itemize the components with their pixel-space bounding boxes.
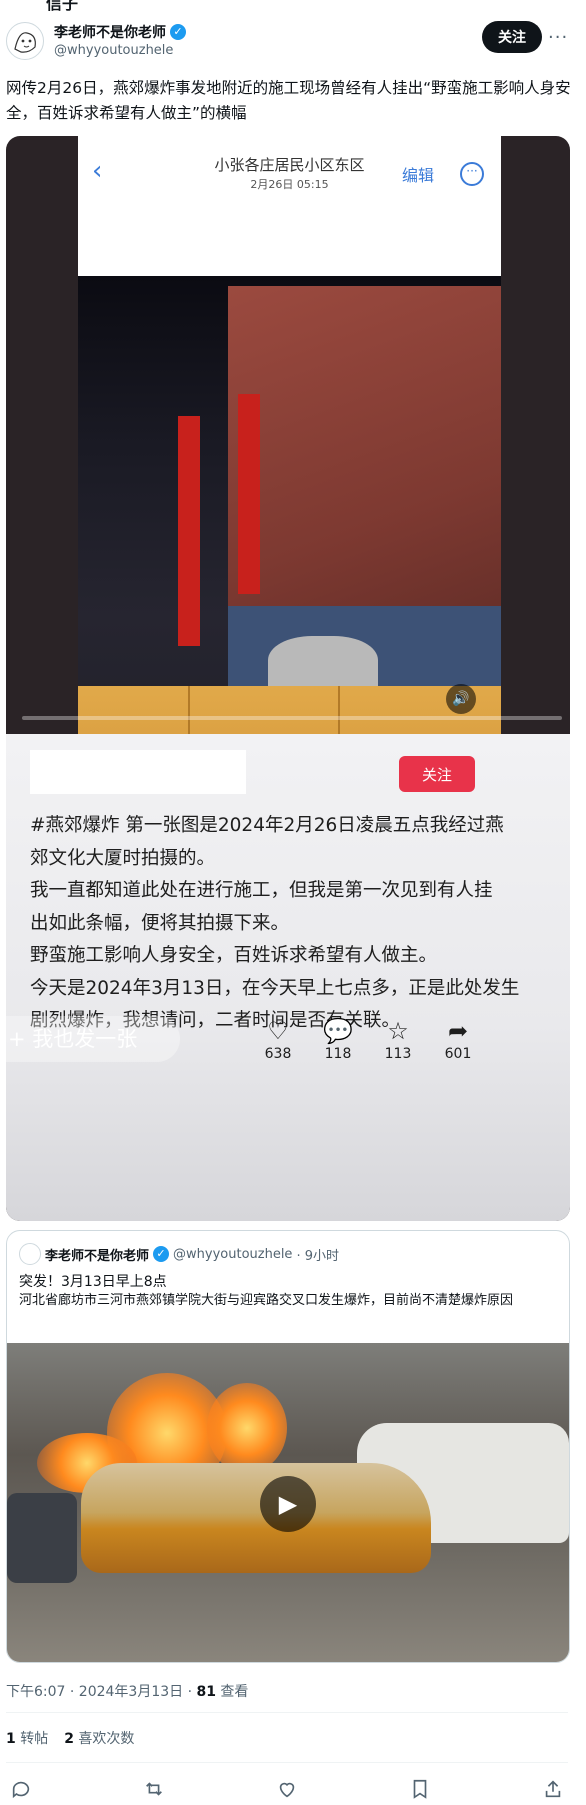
caption-line: 我一直都知道此处在进行施工，但我是第一次见到有人挂 — [30, 880, 493, 901]
phone-edit-label: 编辑 — [402, 166, 435, 185]
retweets-label: 转帖 — [15, 1731, 49, 1747]
author-avatar[interactable] — [6, 22, 44, 60]
fire-flame — [207, 1383, 287, 1473]
video-follow-button: 关注 — [399, 756, 475, 792]
likes-stat[interactable]: 2 喜欢次数 — [64, 1728, 134, 1748]
caption-line: 今天是2024年3月13日，在今天早上七点多，正是此处发生 — [30, 977, 520, 999]
author-handle[interactable]: @whyyoutouzhele — [54, 43, 173, 58]
caption-line: 野蛮施工影响人身安全，百姓诉求希望有人做主。 — [30, 945, 438, 966]
favorite-count: 113 — [384, 1046, 412, 1062]
video-caption-panel: 关注 #燕郊爆炸 第一张图是2024年2月26日凌晨五点我经过燕 郊文化大厦时拍… — [6, 734, 570, 1221]
video-caption: #燕郊爆炸 第一张图是2024年2月26日凌晨五点我经过燕 郊文化大厦时拍摄的。… — [30, 810, 550, 1038]
timestamp-text: 下午6:07 · 2024年3月13日 · — [6, 1684, 197, 1700]
phone-header: ‹ 小张各庄居民小区东区 2月26日 05:15 编辑 ··· — [78, 136, 501, 240]
verified-badge-icon: ✓ — [170, 24, 186, 40]
phone-subtitle: 2月26日 05:15 — [250, 178, 329, 191]
phone-more-icon: ··· — [460, 162, 484, 186]
star-icon: ☆ — [387, 1017, 409, 1045]
volume-icon[interactable]: 🔊 — [446, 684, 476, 714]
share-count: 601 — [444, 1046, 472, 1062]
likes-label: 喜欢次数 — [73, 1731, 135, 1747]
heart-icon: ♡ — [267, 1017, 289, 1045]
quoted-tweet[interactable]: 李老师不是你老师 ✓ @whyyoutouzhele · 9小时 突发！3月13… — [6, 1230, 570, 1663]
like-icon[interactable] — [276, 1778, 298, 1805]
quoted-author-handle: @whyyoutouzhele — [173, 1246, 293, 1262]
play-icon[interactable]: ▶ — [260, 1476, 316, 1532]
caption-line: 郊文化大厦时拍摄的。 — [30, 847, 216, 869]
engagement-stats: 1 转帖 2 喜欢次数 — [6, 1728, 134, 1748]
quoted-author-avatar — [19, 1243, 41, 1265]
phone-title: 小张各庄居民小区东区 — [214, 156, 365, 174]
quoted-time-ago: · 9小时 — [296, 1248, 339, 1264]
more-options-icon[interactable]: ··· — [548, 27, 568, 48]
video-comment-stat: 💬 118 — [308, 1016, 368, 1062]
video-like-stat: ♡ 638 — [248, 1016, 308, 1062]
quoted-text-line2: 河北省廊坊市三河市燕郊镇学院大街与迎宾路交叉口发生爆炸，目前尚不清楚爆炸原因 — [19, 1293, 514, 1308]
quoted-tweet-header: 李老师不是你老师 ✓ @whyyoutouzhele · 9小时 — [19, 1243, 339, 1265]
views-count: 81 — [196, 1684, 216, 1700]
redacted-box — [30, 750, 246, 794]
overlay-post-one: + 我也发一张 — [6, 1016, 180, 1062]
like-count: 638 — [264, 1046, 292, 1062]
red-banner-right — [238, 394, 260, 594]
views-label: 查看 — [215, 1684, 249, 1700]
red-banner-left — [178, 416, 200, 646]
dark-car — [7, 1493, 77, 1583]
follow-button[interactable]: 关注 — [482, 21, 542, 53]
retweets-stat[interactable]: 1 转帖 — [6, 1728, 48, 1748]
previous-post-fragment: 信子 — [46, 0, 79, 13]
bookmark-icon[interactable] — [409, 1778, 431, 1805]
caption-line: #燕郊爆炸 第一张图是2024年2月26日凌晨五点我经过燕 — [30, 815, 504, 836]
retweets-count: 1 — [6, 1731, 16, 1747]
comment-icon: 💬 — [323, 1017, 353, 1045]
divider — [6, 1762, 568, 1763]
tweet-text: 网传2月26日，燕郊爆炸事发地附近的施工现场曾经有人挂出“野蛮施工影响人身安全，… — [6, 79, 571, 122]
author-name[interactable]: 李老师不是你老师 — [54, 22, 166, 42]
reply-icon[interactable] — [10, 1778, 32, 1805]
action-bar — [6, 1778, 568, 1805]
likes-count: 2 — [64, 1731, 74, 1747]
video-share-stat: ➦ 601 — [428, 1016, 488, 1062]
embedded-video[interactable]: ‹ 小张各庄居民小区东区 2月26日 05:15 编辑 ··· 🔊 关注 #燕郊… — [6, 136, 570, 1221]
share-icon[interactable] — [542, 1778, 564, 1805]
share-arrow-icon: ➦ — [447, 1017, 469, 1045]
verified-badge-icon: ✓ — [153, 1246, 170, 1262]
comment-count: 118 — [324, 1046, 352, 1062]
quoted-video[interactable]: ▶ — [7, 1343, 569, 1662]
retweet-icon[interactable] — [143, 1778, 165, 1805]
taxi-car — [81, 1463, 431, 1573]
video-progress-bar[interactable] — [22, 716, 562, 720]
video-favorite-stat: ☆ 113 — [368, 1016, 428, 1062]
post-timestamp[interactable]: 下午6:07 · 2024年3月13日 · 81 查看 — [6, 1681, 248, 1701]
caption-line: 出如此条幅，便将其拍摄下来。 — [30, 912, 290, 934]
divider — [6, 1712, 568, 1713]
quoted-author-name: 李老师不是你老师 — [45, 1248, 150, 1264]
quoted-text-line1: 突发！3月13日早上8点 — [19, 1274, 167, 1290]
author-name-row[interactable]: 李老师不是你老师 ✓ — [54, 22, 186, 42]
